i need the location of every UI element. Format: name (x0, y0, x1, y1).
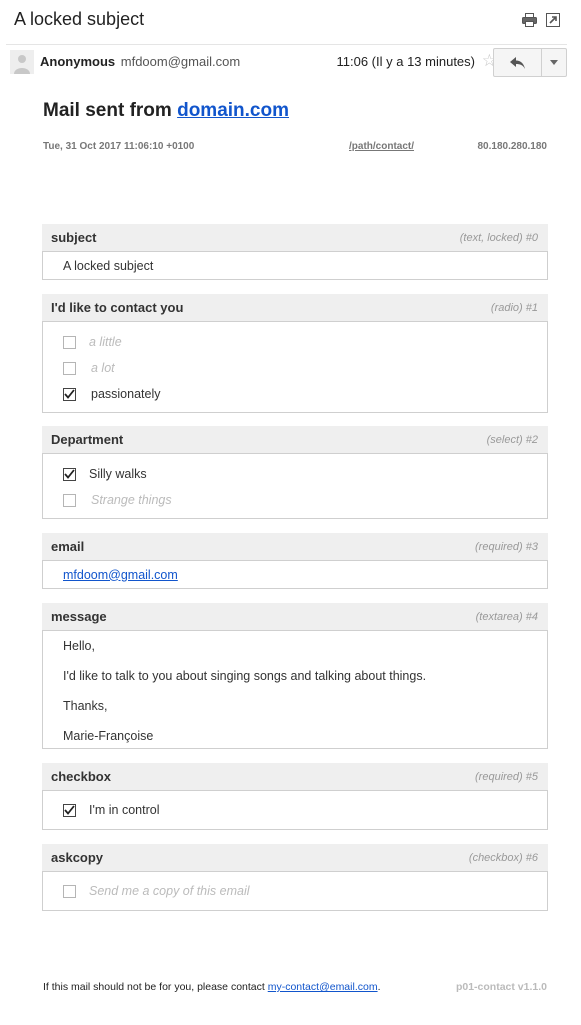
footer-period: . (377, 981, 381, 993)
message-line: Marie-Françoise (63, 729, 154, 743)
mail-ip: 80.180.280.180 (477, 141, 547, 152)
reply-button[interactable] (494, 49, 542, 76)
option-a-little: a little (63, 329, 547, 355)
field-body: a little a lot passionately (42, 321, 548, 413)
email-value-link[interactable]: mfdoom@gmail.com (63, 568, 178, 582)
message-line: Thanks, (63, 699, 108, 713)
checked-checkbox-icon (63, 467, 76, 481)
field-name: I'd like to contact you (51, 300, 184, 315)
option-send-copy: Send me a copy of this email (63, 878, 250, 904)
top-actions (521, 12, 561, 28)
message-line: Hello, (63, 639, 95, 653)
footer-text: If this mail should not be for you, plea… (43, 981, 265, 993)
field-contact: I'd like to contact you (radio) #1 a lit… (42, 294, 548, 413)
sent-time: 11:06 (Il y a 13 minutes) (336, 54, 476, 69)
option-label: Silly walks (89, 467, 147, 481)
checked-checkbox-icon (63, 803, 76, 817)
field-name: message (51, 609, 107, 624)
field-type: (required) #3 (475, 540, 538, 553)
option-label: passionately (91, 387, 161, 401)
field-value: A locked subject (63, 258, 154, 273)
option-label: a lot (91, 361, 115, 375)
option-label: a little (89, 335, 122, 349)
field-header: checkbox (required) #5 (42, 763, 548, 790)
field-body: Silly walks Strange things (42, 453, 548, 519)
field-body: Hello, I'd like to talk to you about sin… (42, 630, 548, 749)
field-type: (textarea) #4 (475, 610, 538, 623)
option-label: I'm in control (89, 803, 160, 817)
mail-date: Tue, 31 Oct 2017 11:06:10 +0100 (43, 141, 195, 152)
field-header: Department (select) #2 (42, 426, 548, 453)
field-askcopy: askcopy (checkbox) #6 Send me a copy of … (42, 844, 548, 911)
avatar (10, 50, 34, 74)
domain-link[interactable]: domain.com (177, 100, 289, 121)
unchecked-checkbox-icon (63, 335, 76, 349)
field-type: (text, locked) #0 (459, 231, 538, 244)
more-options-button[interactable] (542, 49, 566, 76)
message-line: I'd like to talk to you about singing so… (63, 669, 427, 683)
unchecked-checkbox-icon (63, 493, 76, 507)
field-header: email (required) #3 (42, 533, 548, 560)
user-silhouette-icon (14, 55, 30, 74)
field-header: askcopy (checkbox) #6 (42, 844, 548, 871)
sender-email: mfdoom@gmail.com (120, 54, 241, 69)
option-a-lot: a lot (63, 355, 547, 381)
field-name: askcopy (51, 850, 104, 865)
field-name: Department (51, 432, 124, 447)
top-bar: A locked subject (0, 0, 581, 44)
unchecked-checkbox-icon (63, 361, 76, 375)
field-body: mfdoom@gmail.com (42, 560, 548, 589)
field-type: (checkbox) #6 (468, 851, 538, 864)
field-name: email (51, 539, 85, 554)
sender-display-name: Anonymous (40, 54, 116, 69)
field-name: checkbox (51, 769, 111, 784)
mail-path-link[interactable]: /path/contact/ (349, 141, 414, 152)
option-in-control: I'm in control (63, 797, 159, 823)
footer-contact-link[interactable]: my-contact@email.com (268, 981, 378, 993)
reply-icon (509, 56, 525, 69)
field-type: (required) #5 (475, 770, 538, 783)
unchecked-checkbox-icon (63, 884, 76, 898)
chevron-down-icon (550, 60, 558, 65)
field-subject: subject (text, locked) #0 A locked subje… (42, 224, 548, 280)
header-divider (6, 44, 567, 45)
open-in-new-window-icon[interactable] (545, 12, 561, 28)
mail-heading-prefix: Mail sent from (43, 100, 172, 121)
checked-checkbox-icon (63, 387, 76, 401)
email-subject-title: A locked subject (14, 9, 145, 29)
field-checkbox: checkbox (required) #5 I'm in control (42, 763, 548, 830)
field-name: subject (51, 230, 97, 245)
field-email: email (required) #3 mfdoom@gmail.com (42, 533, 548, 589)
footer: If this mail should not be for you, plea… (43, 981, 547, 995)
field-body: Send me a copy of this email (42, 871, 548, 911)
field-type: (select) #2 (486, 433, 538, 446)
option-label: Strange things (91, 493, 172, 507)
print-icon[interactable] (521, 12, 537, 28)
field-header: message (textarea) #4 (42, 603, 548, 630)
field-header: I'd like to contact you (radio) #1 (42, 294, 548, 321)
field-message: message (textarea) #4 Hello, I'd like to… (42, 603, 548, 749)
field-type: (radio) #1 (490, 301, 538, 314)
option-passionately: passionately (63, 381, 547, 407)
sender-row: Anonymous mfdoom@gmail.com 11:06 (Il y a… (10, 48, 567, 78)
field-header: subject (text, locked) #0 (42, 224, 548, 251)
reply-button-group (493, 48, 567, 77)
field-body: A locked subject (42, 251, 548, 280)
mail-meta-row: Tue, 31 Oct 2017 11:06:10 +0100 /path/co… (43, 141, 547, 155)
option-silly-walks: Silly walks (63, 461, 547, 487)
mail-heading: Mail sent from domain.com (43, 100, 289, 122)
field-body: I'm in control (42, 790, 548, 830)
field-department: Department (select) #2 Silly walks Stran… (42, 426, 548, 519)
sender-name: Anonymous mfdoom@gmail.com (40, 54, 240, 69)
option-label: Send me a copy of this email (89, 884, 250, 898)
option-strange-things: Strange things (63, 487, 547, 513)
footer-version: p01-contact v1.1.0 (455, 981, 547, 993)
